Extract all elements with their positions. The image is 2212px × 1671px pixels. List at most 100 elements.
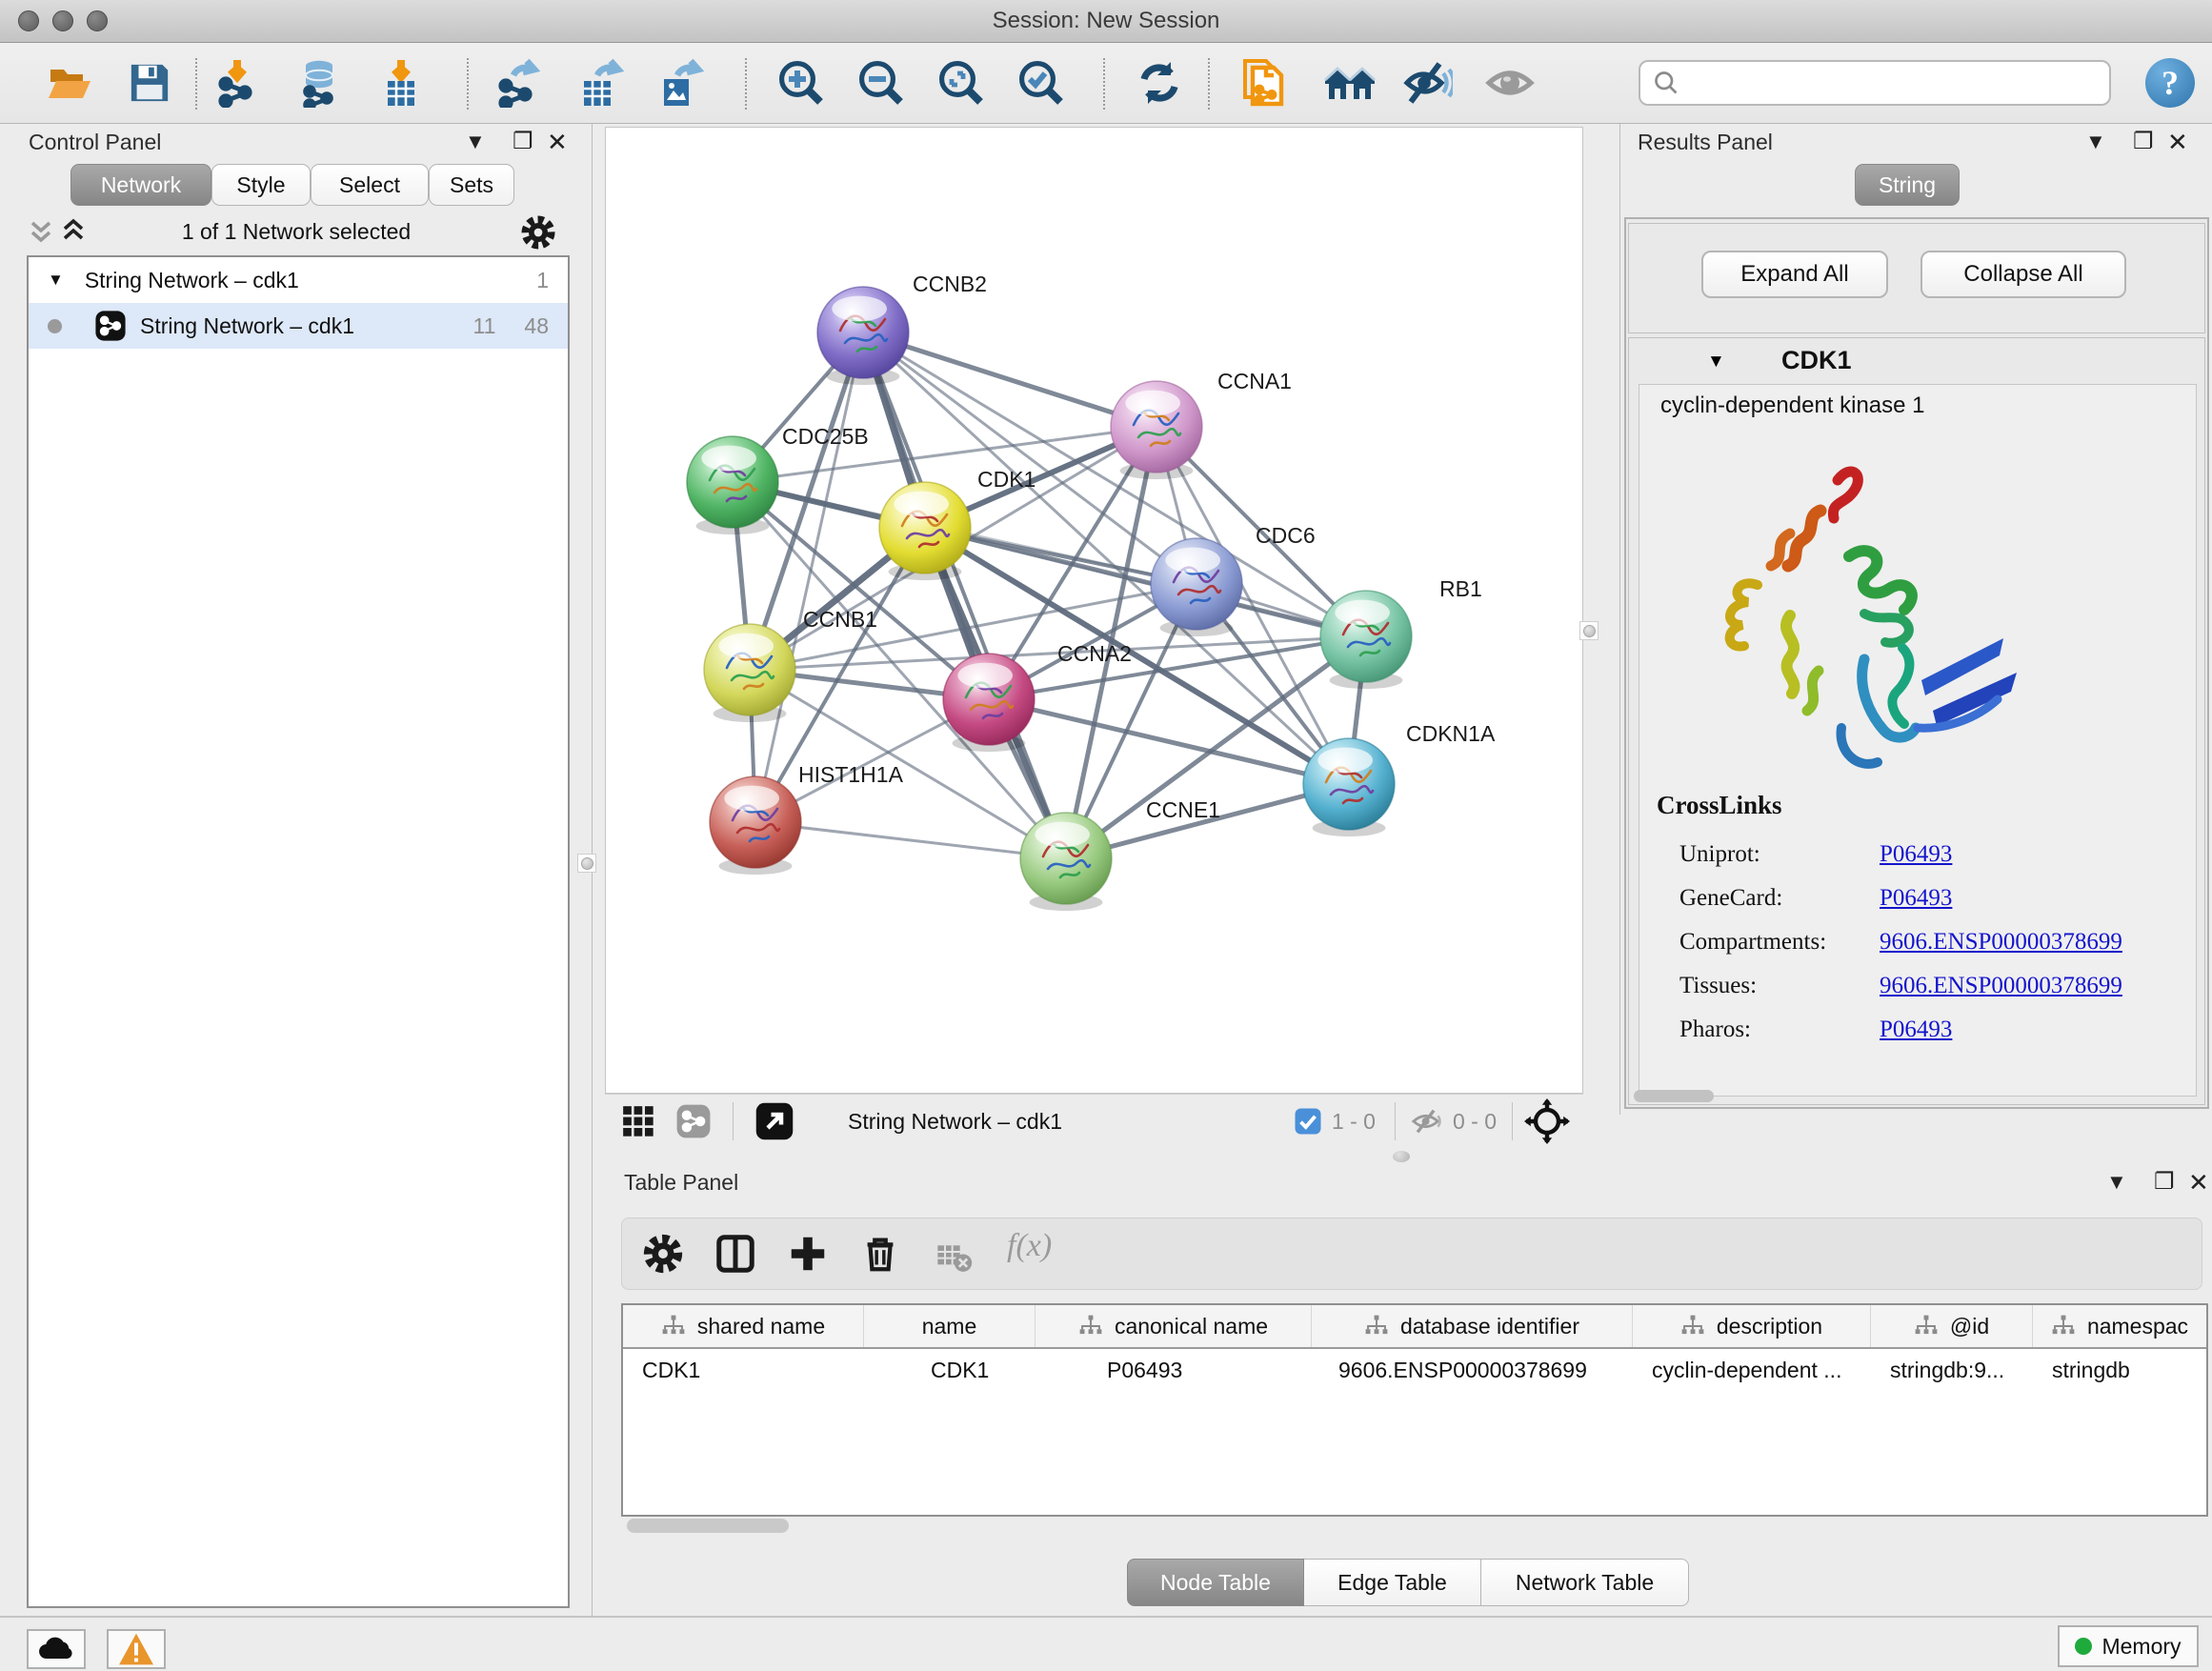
network-row-label: String Network – cdk1	[140, 313, 354, 339]
memory-button[interactable]: Memory	[2058, 1625, 2199, 1667]
export-network-button[interactable]	[492, 54, 547, 111]
horizontal-splitter-handle[interactable]	[1393, 1151, 1410, 1162]
tab-network-table[interactable]: Network Table	[1481, 1559, 1689, 1606]
network-node-HIST1H1A[interactable]	[710, 776, 801, 868]
left-splitter-handle[interactable]	[577, 854, 596, 873]
selected-checkbox-icon[interactable]	[1294, 1107, 1322, 1136]
refresh-button[interactable]	[1132, 54, 1187, 111]
network-node-CCNA1[interactable]	[1111, 381, 1202, 473]
delete-column-button[interactable]	[858, 1232, 902, 1276]
column-header-description[interactable]: description	[1633, 1305, 1871, 1347]
home-view-button[interactable]	[1322, 54, 1377, 111]
crosslink-uniprot-link[interactable]: P06493	[1880, 833, 2122, 876]
import-database-button[interactable]	[292, 54, 347, 111]
collapse-all-button[interactable]: Collapse All	[1920, 251, 2126, 298]
table-row[interactable]: CDK1 CDK1 P06493 9606.ENSP00000378699 cy…	[623, 1349, 2206, 1391]
import-network-button[interactable]	[211, 54, 267, 111]
column-header-shared-name[interactable]: shared name	[623, 1305, 864, 1347]
table-settings-button[interactable]	[641, 1232, 685, 1276]
results-panel-close-icon[interactable]: ✕	[2167, 128, 2188, 157]
open-session-button[interactable]	[42, 54, 97, 111]
network-node-label-HIST1H1A: HIST1H1A	[798, 762, 904, 787]
export-image-button[interactable]	[652, 54, 707, 111]
column-header-namespace[interactable]: namespac	[2033, 1305, 2206, 1347]
toolbar-search-field[interactable]	[1639, 60, 2111, 106]
zoom-selected-button[interactable]	[1014, 54, 1069, 111]
help-icon: ?	[2145, 58, 2195, 108]
show-graphics-button[interactable]	[1482, 54, 1538, 111]
birds-eye-toggle-icon[interactable]	[1524, 1098, 1570, 1144]
table-horizontal-scrollbar[interactable]	[627, 1519, 789, 1533]
tab-sets[interactable]: Sets	[429, 164, 514, 206]
column-tree-icon	[1364, 1314, 1389, 1339]
table-panel-menu-icon[interactable]: ▼	[2106, 1170, 2127, 1195]
column-header-database-identifier[interactable]: database identifier	[1312, 1305, 1633, 1347]
expand-all-button[interactable]: Expand All	[1701, 251, 1888, 298]
cloud-button[interactable]	[27, 1629, 86, 1669]
network-node-CDC6[interactable]	[1151, 538, 1242, 630]
network-edge-HIST1H1A-CCNE1[interactable]	[755, 822, 1066, 858]
network-node-CDC25B[interactable]	[687, 436, 778, 528]
network-thumbnail-button[interactable]	[675, 1103, 712, 1139]
share-thumbnail-icon	[675, 1103, 712, 1139]
tab-select[interactable]: Select	[311, 164, 429, 206]
results-panel-scrollbar[interactable]	[1634, 1090, 1714, 1102]
cell-shared-name: CDK1	[623, 1358, 864, 1383]
search-input[interactable]	[1688, 70, 2098, 95]
results-panel-float-icon[interactable]: ❐	[2133, 128, 2154, 155]
network-collection-row[interactable]: ▼ String Network – cdk1 1	[29, 257, 568, 303]
hide-unhide-button[interactable]	[1400, 54, 1456, 111]
crosslink-pharos-link[interactable]: P06493	[1880, 1008, 2122, 1052]
control-panel-menu-icon[interactable]: ▼	[465, 130, 486, 154]
network-row[interactable]: String Network – cdk1 11 48	[29, 303, 568, 349]
zoom-out-button[interactable]	[854, 54, 909, 111]
network-node-CCNE1[interactable]	[1020, 813, 1112, 904]
bottombar-separator	[1395, 1102, 1396, 1140]
table-panel-close-icon[interactable]: ✕	[2188, 1168, 2209, 1198]
detach-view-button[interactable]	[754, 1101, 794, 1141]
warning-button[interactable]	[107, 1629, 166, 1669]
delete-table-button[interactable]	[935, 1238, 973, 1276]
tab-network[interactable]: Network	[70, 164, 211, 206]
column-header-canonical-name[interactable]: canonical name	[1036, 1305, 1312, 1347]
network-node-label-CDKN1A: CDKN1A	[1406, 721, 1496, 746]
apply-function-button[interactable]: f(x)	[1007, 1228, 1052, 1264]
show-columns-button[interactable]	[714, 1232, 757, 1276]
control-panel-close-icon[interactable]: ✕	[547, 128, 568, 157]
save-session-button[interactable]	[122, 54, 177, 111]
network-node-CCNB2[interactable]	[817, 287, 909, 378]
crosslink-tissues-link[interactable]: 9606.ENSP00000378699	[1880, 964, 2122, 1008]
help-button[interactable]: ?	[2145, 58, 2195, 108]
control-panel-float-icon[interactable]: ❐	[513, 128, 533, 155]
collection-expand-icon[interactable]: ▼	[48, 271, 64, 290]
toolbar-separator	[1103, 58, 1105, 110]
network-view-canvas[interactable]: CCNB2CCNA1CDC25BCDK1CDC6RB1CCNB1CCNA2CDK…	[605, 127, 1583, 1094]
network-canvas-svg[interactable]: CCNB2CCNA1CDC25BCDK1CDC6RB1CCNB1CCNA2CDK…	[606, 128, 1584, 1095]
column-header-id[interactable]: @id	[1871, 1305, 2033, 1347]
tab-string[interactable]: String	[1855, 164, 1960, 206]
column-header-name[interactable]: name	[864, 1305, 1036, 1347]
network-node-CCNB1[interactable]	[704, 624, 795, 715]
tab-node-table[interactable]: Node Table	[1127, 1559, 1304, 1606]
import-table-button[interactable]	[373, 54, 429, 111]
results-panel-menu-icon[interactable]: ▼	[2085, 130, 2106, 154]
gene-collapse-icon[interactable]: ▼	[1707, 352, 1725, 372]
network-node-RB1[interactable]	[1320, 591, 1412, 682]
share-document-button[interactable]	[1238, 54, 1294, 111]
export-table-button[interactable]	[572, 54, 627, 111]
grid-view-button[interactable]	[620, 1103, 656, 1139]
network-node-CDK1[interactable]	[879, 482, 971, 574]
table-panel-float-icon[interactable]: ❐	[2154, 1168, 2175, 1196]
add-column-button[interactable]	[786, 1232, 830, 1276]
hidden-eye-icon[interactable]	[1411, 1107, 1443, 1136]
network-options-gear-icon[interactable]	[519, 213, 557, 252]
zoom-in-button[interactable]	[774, 54, 829, 111]
network-node-CDKN1A[interactable]	[1303, 738, 1395, 830]
tab-edge-table[interactable]: Edge Table	[1304, 1559, 1481, 1606]
right-splitter-handle[interactable]	[1579, 621, 1599, 640]
tab-style[interactable]: Style	[211, 164, 311, 206]
crosslink-genecard-link[interactable]: P06493	[1880, 876, 2122, 920]
crosslink-compartments-link[interactable]: 9606.ENSP00000378699	[1880, 920, 2122, 964]
network-node-CCNA2[interactable]	[943, 654, 1035, 745]
zoom-fit-button[interactable]	[934, 54, 989, 111]
